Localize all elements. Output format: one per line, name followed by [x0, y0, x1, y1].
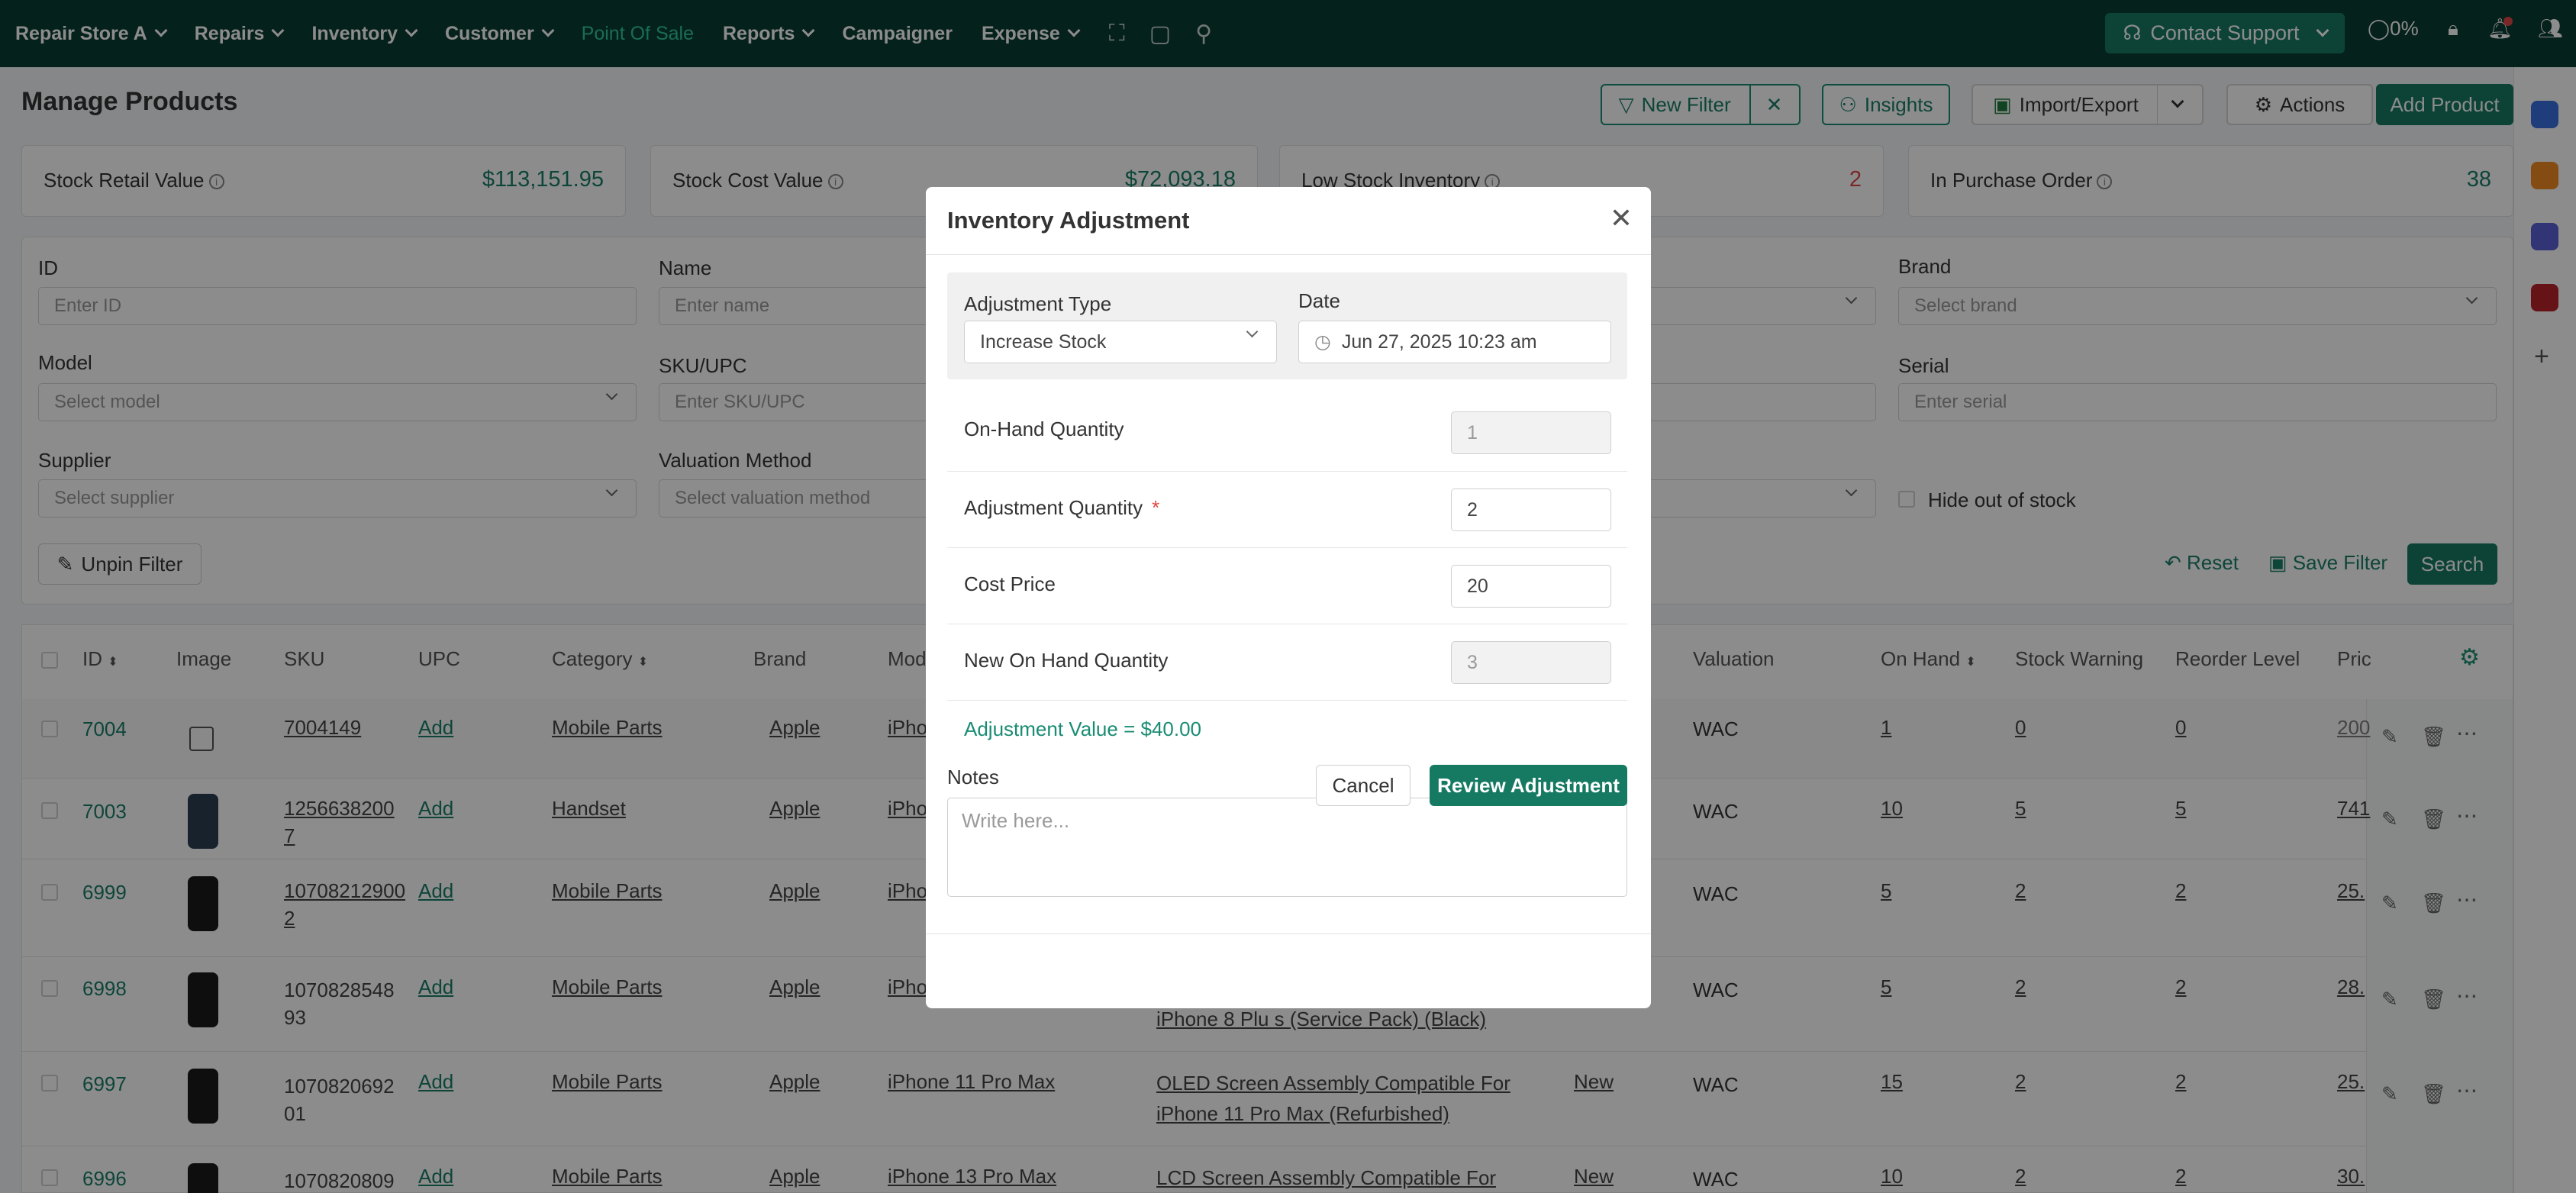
- clock-icon: ◷: [1314, 331, 1331, 353]
- adjustment-type-label: Adjustment Type: [964, 292, 1112, 315]
- divider: [926, 254, 1651, 255]
- divider: [947, 700, 1627, 701]
- modal-title: Inventory Adjustment: [947, 207, 1190, 234]
- adjustment-quantity-label: Adjustment Quantity *: [964, 496, 1159, 520]
- adjustment-value-text: Adjustment Value = $40.00: [964, 717, 1202, 740]
- divider: [947, 471, 1627, 472]
- cost-price-label: Cost Price: [964, 572, 1056, 595]
- required-marker: *: [1152, 496, 1160, 519]
- price-cell[interactable]: 200: [2337, 716, 2370, 740]
- adjustment-type-select[interactable]: Increase Stock: [964, 321, 1277, 363]
- on-hand-label: On-Hand Quantity: [964, 418, 1124, 440]
- new-on-hand-label: New On Hand Quantity: [964, 649, 1169, 672]
- review-adjustment-button[interactable]: Review Adjustment: [1430, 765, 1627, 806]
- on-hand-field: 1: [1451, 411, 1611, 454]
- notes-textarea[interactable]: Write here...: [947, 798, 1627, 897]
- date-picker[interactable]: ◷ Jun 27, 2025 10:23 am: [1298, 321, 1611, 363]
- adjustment-quantity-text: Adjustment Quantity: [964, 496, 1143, 519]
- cost-price-input[interactable]: 20: [1451, 565, 1611, 608]
- inventory-adjustment-modal: Inventory Adjustment ✕ Adjustment Type I…: [926, 187, 1651, 1008]
- notes-label: Notes: [947, 766, 999, 788]
- divider: [926, 933, 1651, 934]
- date-value: Jun 27, 2025 10:23 am: [1341, 330, 1537, 353]
- new-on-hand-field: 3: [1451, 641, 1611, 684]
- cancel-button[interactable]: Cancel: [1316, 765, 1411, 806]
- close-icon[interactable]: ✕: [1610, 202, 1633, 234]
- adjustment-quantity-input[interactable]: 2: [1451, 488, 1611, 531]
- divider: [947, 547, 1627, 548]
- adjustment-type-value: Increase Stock: [980, 330, 1107, 353]
- chevron-down-icon: [1246, 325, 1259, 338]
- date-label: Date: [1298, 289, 1340, 312]
